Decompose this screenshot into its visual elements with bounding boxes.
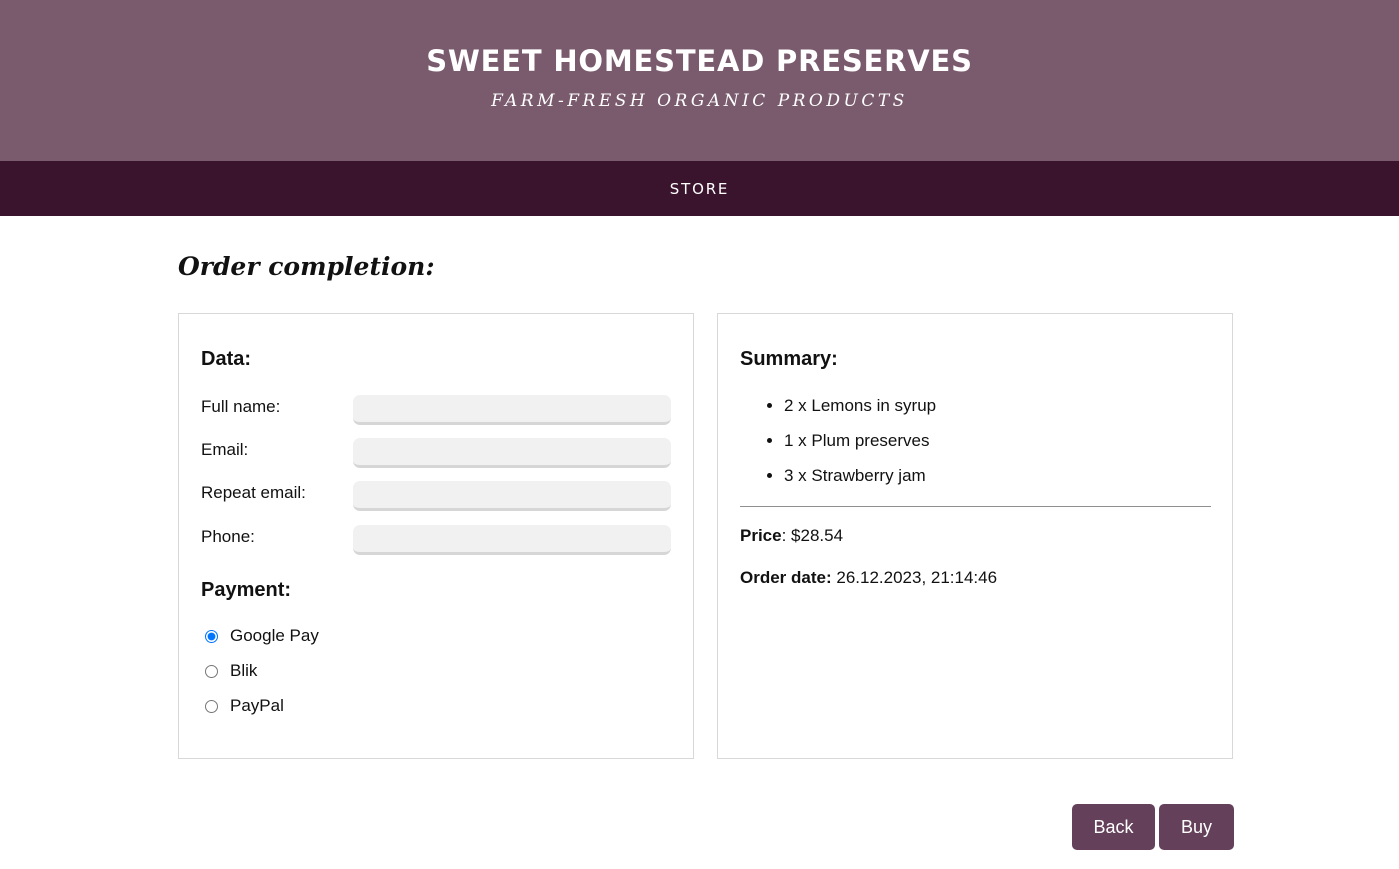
site-subtitle: FARM-FRESH ORGANIC PRODUCTS — [491, 91, 908, 111]
paypal-radio[interactable] — [205, 699, 218, 713]
blik-label: Blik — [230, 661, 258, 680]
order-date-line: Order date: 26.12.2023, 21:14:46 — [740, 568, 997, 588]
data-panel: Data: Full name: Email: Repeat email: Ph… — [178, 313, 694, 759]
full-name-label: Full name: — [201, 397, 281, 416]
payment-heading: Payment: — [201, 579, 292, 601]
phone-row: Phone: — [201, 524, 673, 556]
page-title: Order completion: — [178, 252, 435, 281]
payment-option-google-pay[interactable]: Google Pay — [205, 626, 319, 646]
nav-link-store[interactable]: STORE — [670, 180, 729, 198]
email-row: Email: — [201, 437, 673, 469]
google-pay-radio[interactable] — [205, 629, 218, 643]
full-name-row: Full name: — [201, 394, 673, 426]
email-label: Email: — [201, 440, 249, 459]
summary-item: 3 x Strawberry jam — [784, 464, 936, 499]
phone-input[interactable] — [353, 525, 671, 555]
price-value: : $28.54 — [781, 526, 844, 545]
summary-item: 2 x Lemons in syrup — [784, 394, 936, 429]
repeat-email-row: Repeat email: — [201, 480, 673, 512]
repeat-email-input[interactable] — [353, 481, 671, 511]
back-button[interactable]: Back — [1072, 804, 1155, 850]
full-name-input[interactable] — [353, 395, 671, 425]
google-pay-label: Google Pay — [230, 626, 319, 645]
order-date-label: Order date: — [740, 568, 832, 587]
site-header: SWEET HOMESTEAD PRESERVES FARM-FRESH ORG… — [0, 0, 1399, 161]
main-nav: STORE — [0, 161, 1399, 216]
summary-panel: Summary: 2 x Lemons in syrup 1 x Plum pr… — [717, 313, 1233, 759]
data-heading: Data: — [201, 348, 252, 370]
price-label: Price — [740, 526, 782, 545]
phone-label: Phone: — [201, 527, 255, 546]
summary-item: 1 x Plum preserves — [784, 429, 936, 464]
order-date-value: 26.12.2023, 21:14:46 — [831, 568, 998, 587]
site-title: SWEET HOMESTEAD PRESERVES — [426, 44, 973, 78]
summary-list: 2 x Lemons in syrup 1 x Plum preserves 3… — [740, 394, 936, 499]
payment-option-paypal[interactable]: PayPal — [205, 696, 284, 716]
paypal-label: PayPal — [230, 696, 284, 715]
payment-option-blik[interactable]: Blik — [205, 661, 257, 681]
email-input[interactable] — [353, 438, 671, 468]
blik-radio[interactable] — [205, 664, 218, 678]
summary-heading: Summary: — [740, 348, 838, 370]
repeat-email-label: Repeat email: — [201, 483, 306, 502]
price-line: Price: $28.54 — [740, 526, 843, 546]
summary-divider — [740, 506, 1211, 507]
buy-button[interactable]: Buy — [1159, 804, 1234, 850]
